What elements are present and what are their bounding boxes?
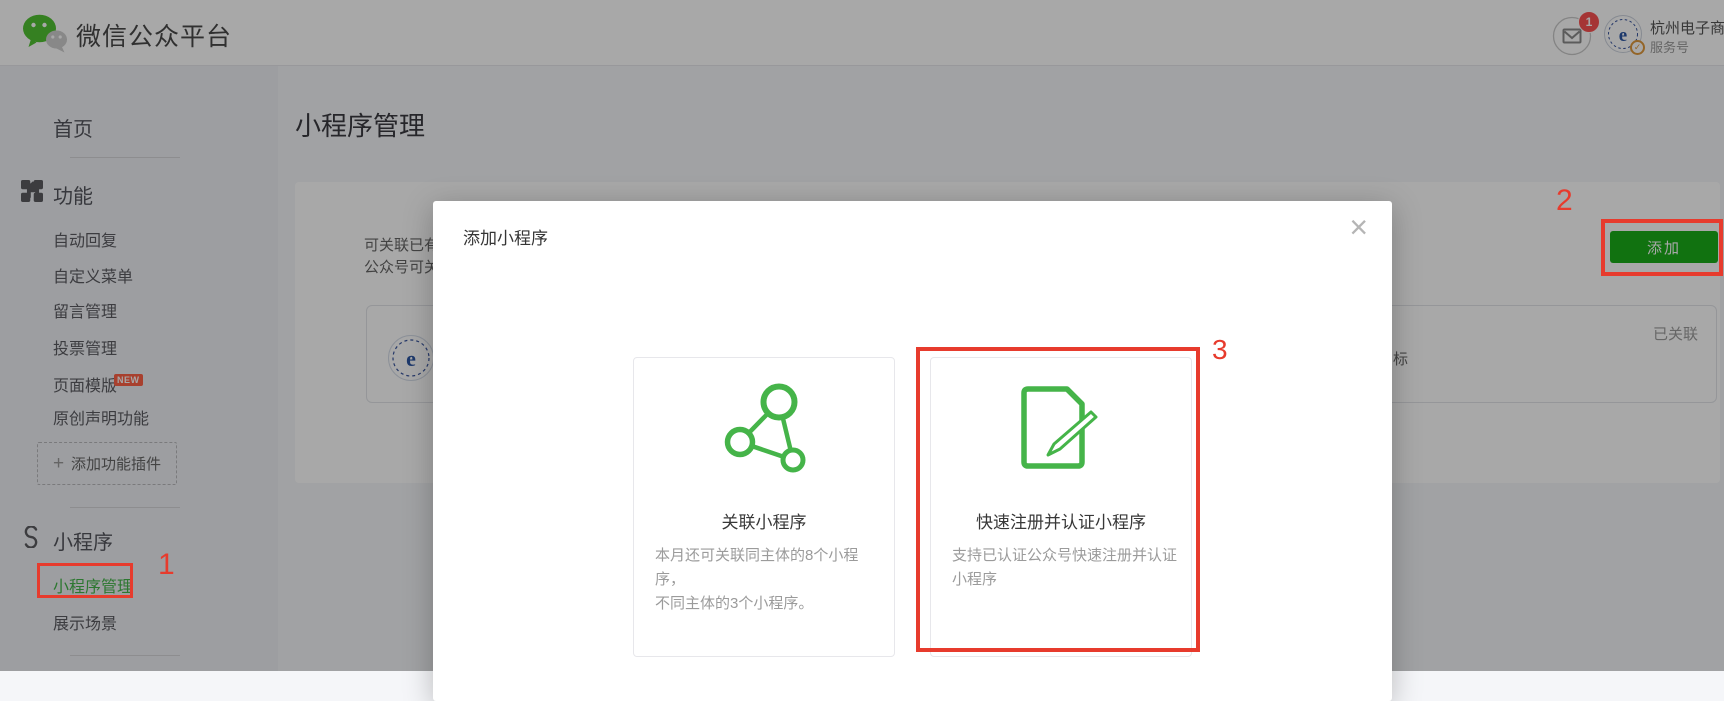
annotation-digit-1: 1 xyxy=(158,550,175,580)
card-title: 关联小程序 xyxy=(634,508,894,533)
card-desc-line1: 本月还可关联同主体的8个小程序， xyxy=(655,547,858,588)
annotation-box-step3 xyxy=(916,347,1200,652)
annotation-digit-3: 3 xyxy=(1212,336,1228,364)
annotation-box-step2 xyxy=(1601,219,1723,276)
card-link-miniprogram[interactable]: 关联小程序 本月还可关联同主体的8个小程序， 不同主体的3个小程序。 xyxy=(633,357,895,657)
add-miniprogram-dialog: 添加小程序 × 关联小程序 本月还可关联同主体的8个小程序， 不同主体的3个小程… xyxy=(433,201,1392,701)
card-desc-line2: 不同主体的3个小程序。 xyxy=(655,595,813,612)
card-description: 本月还可关联同主体的8个小程序， 不同主体的3个小程序。 xyxy=(655,544,883,616)
annotation-digit-2: 2 xyxy=(1556,186,1573,216)
link-nodes-icon xyxy=(717,382,813,478)
close-icon[interactable]: × xyxy=(1349,211,1368,243)
annotation-box-step1 xyxy=(37,563,133,598)
dialog-title: 添加小程序 xyxy=(463,224,548,249)
